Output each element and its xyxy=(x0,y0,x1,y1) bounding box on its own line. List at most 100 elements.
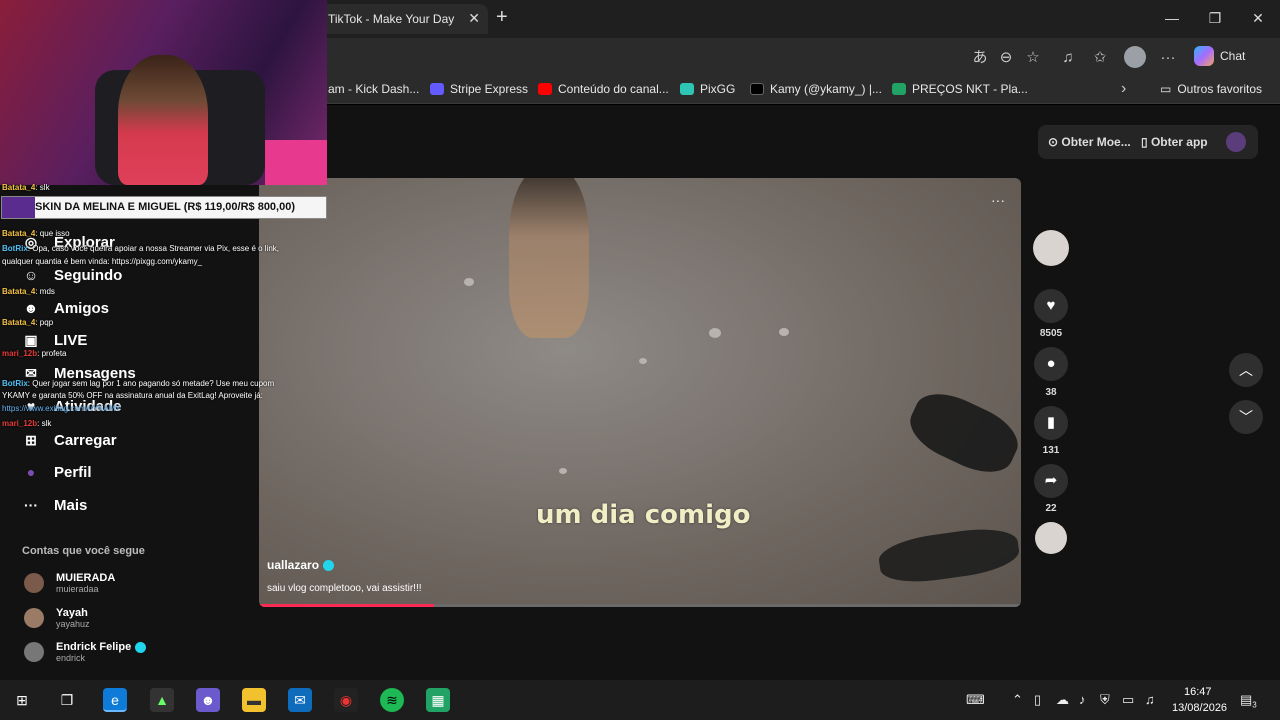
edge-browser-icon[interactable]: e xyxy=(103,688,127,712)
copilot-icon[interactable] xyxy=(1194,46,1214,66)
webcam-overlay xyxy=(0,0,327,185)
tab-title: TikTok - Make Your Day xyxy=(328,12,455,26)
tab-close-icon[interactable]: ✕ xyxy=(468,10,480,27)
bookmark-icon: ▮ xyxy=(1046,414,1056,431)
next-video-button[interactable]: ﹀ xyxy=(1229,400,1263,434)
get-app-button[interactable]: ▯ Obter app xyxy=(1141,135,1208,149)
following-account[interactable]: Endrick Felipe endrick xyxy=(24,641,147,663)
chat-user: mari_12b xyxy=(2,349,38,358)
task-view-icon[interactable]: ❐ xyxy=(55,688,79,712)
shoe-figure xyxy=(876,523,1021,588)
chat-message: qualquer quantia é bem vinda: https://pi… xyxy=(2,257,202,266)
pebble xyxy=(779,328,789,336)
clock-time[interactable]: 16:47 xyxy=(1184,686,1212,698)
favorite-label: PREÇOS NKT - Pla... xyxy=(912,82,1028,96)
browser-tab[interactable]: TikTok - Make Your Day ✕ xyxy=(318,4,488,34)
chevron-right-icon[interactable]: › xyxy=(1121,80,1126,98)
favorite-star-icon[interactable]: ☆ xyxy=(1023,48,1043,68)
following-name: Endrick Felipe xyxy=(56,641,147,653)
microphone-icon[interactable]: ♪ xyxy=(1079,692,1086,707)
save-button[interactable]: ▮ xyxy=(1034,406,1068,440)
other-favorites-folder[interactable]: ▭ Outros favoritos xyxy=(1160,82,1262,96)
chat-text: : pqp xyxy=(35,318,54,327)
file-explorer-icon[interactable]: ▬ xyxy=(242,688,266,712)
favorite-item[interactable]: am - Kick Dash... xyxy=(328,82,419,96)
favorites-icon[interactable]: ✩ xyxy=(1090,48,1110,68)
share-count: 22 xyxy=(1045,503,1057,514)
video-description: saiu vlog completooo, vai assistir!!! xyxy=(267,583,422,594)
chat-text: : slk xyxy=(37,419,52,428)
settings-more-icon[interactable]: ··· xyxy=(1158,48,1178,68)
chat-user: mari_12b xyxy=(2,419,38,428)
favorite-label: Stripe Express xyxy=(450,82,529,96)
chat-message: Batata_4: que isso xyxy=(2,229,70,238)
shoe-figure xyxy=(901,382,1021,484)
tray-expand-icon[interactable]: ⌃ xyxy=(1012,692,1023,708)
save-count: 131 xyxy=(1042,445,1060,456)
device-icon[interactable]: ▯ xyxy=(1034,692,1041,708)
video-player[interactable]: ··· um dia comigo uallazaro saiu vlog co… xyxy=(259,178,1021,607)
chat-text: : Quer jogar sem lag por 1 ano pagando s… xyxy=(27,379,275,388)
share-button[interactable]: ➦ xyxy=(1034,464,1068,498)
sidebar-item-carregar[interactable]: ⊞ Carregar xyxy=(22,431,116,449)
more-options-icon[interactable]: ··· xyxy=(991,192,1005,208)
app-icon[interactable]: ▲ xyxy=(150,688,174,712)
keyboard-icon[interactable]: ⌨ xyxy=(966,692,985,708)
video-author[interactable]: uallazaro xyxy=(267,558,335,572)
following-name-text: Endrick Felipe xyxy=(56,641,132,653)
favorite-item[interactable]: PREÇOS NKT - Pla... xyxy=(892,82,1028,96)
chevron-down-icon: ﹀ xyxy=(1239,409,1253,425)
sidebar-item-label: Perfil xyxy=(54,463,92,481)
obs-icon[interactable]: ◉ xyxy=(334,688,358,712)
following-account[interactable]: MUIERADA muieradaa xyxy=(24,572,115,594)
comment-button[interactable]: ● xyxy=(1034,347,1068,381)
zoom-icon[interactable]: ⊖ xyxy=(996,48,1016,68)
mail-icon[interactable]: ✉ xyxy=(288,688,312,712)
minimize-button[interactable]: — xyxy=(1162,8,1182,28)
following-name: MUIERADA xyxy=(56,572,116,584)
clock-date[interactable]: 13/08/2026 xyxy=(1172,702,1227,714)
discord-icon[interactable]: ☻ xyxy=(196,688,220,712)
spreadsheet-icon[interactable]: ▦ xyxy=(426,688,450,712)
music-disc-avatar[interactable] xyxy=(1035,522,1067,554)
get-coins-button[interactable]: ⊙ Obter Moe... xyxy=(1048,135,1131,149)
security-icon[interactable]: ⛨ xyxy=(1100,692,1110,708)
user-avatar[interactable] xyxy=(1226,132,1246,152)
dog-figure xyxy=(509,178,589,338)
pixgg-icon xyxy=(680,83,694,95)
new-tab-button[interactable]: + xyxy=(496,7,508,27)
close-window-button[interactable]: ✕ xyxy=(1248,8,1268,28)
share-icon: ➦ xyxy=(1044,472,1058,489)
following-handle: endrick xyxy=(56,653,86,663)
chat-message: Batata_4: mds xyxy=(2,287,55,296)
sidebar-item-perfil[interactable]: ● Perfil xyxy=(22,463,92,481)
chat-button[interactable]: Chat xyxy=(1220,49,1245,63)
extensions-icon[interactable]: ♫ xyxy=(1058,48,1078,68)
network-icon[interactable]: ▭ xyxy=(1122,692,1134,708)
video-progress-bar[interactable] xyxy=(259,604,1021,607)
previous-video-button[interactable]: ︿ xyxy=(1229,353,1263,387)
favorite-item[interactable]: PixGG xyxy=(680,82,735,96)
favorite-item[interactable]: Stripe Express xyxy=(430,82,528,96)
favorite-item[interactable]: Kamy (@ykamy_) |... xyxy=(750,82,882,96)
pebble xyxy=(709,328,721,338)
translate-icon[interactable]: あ xyxy=(970,48,990,68)
volume-icon[interactable]: ♫ xyxy=(1145,692,1155,707)
like-count: 8505 xyxy=(1039,328,1063,339)
favorite-item[interactable]: Conteúdo do canal... xyxy=(538,82,669,96)
like-button[interactable]: ♥ xyxy=(1034,289,1068,323)
windows-start-icon[interactable]: ⊞ xyxy=(10,688,34,712)
get-app-label: Obter app xyxy=(1150,135,1208,149)
creator-avatar[interactable] xyxy=(1033,230,1069,266)
folder-icon: ▭ xyxy=(1160,82,1172,96)
chat-user: Batata_4 xyxy=(2,287,36,296)
spotify-icon[interactable]: ≋ xyxy=(380,688,404,712)
profile-avatar[interactable] xyxy=(1124,46,1146,68)
maximize-button[interactable]: ❐ xyxy=(1205,8,1225,28)
sidebar-item-mais[interactable]: ··· Mais xyxy=(22,496,87,514)
notification-count: 3 xyxy=(1252,700,1257,710)
notification-icon[interactable]: ▤3 xyxy=(1240,692,1257,710)
following-account[interactable]: Yayah yayahuz xyxy=(24,607,90,629)
cloud-icon[interactable]: ☁ xyxy=(1056,692,1069,708)
favorite-label: PixGG xyxy=(700,82,736,96)
